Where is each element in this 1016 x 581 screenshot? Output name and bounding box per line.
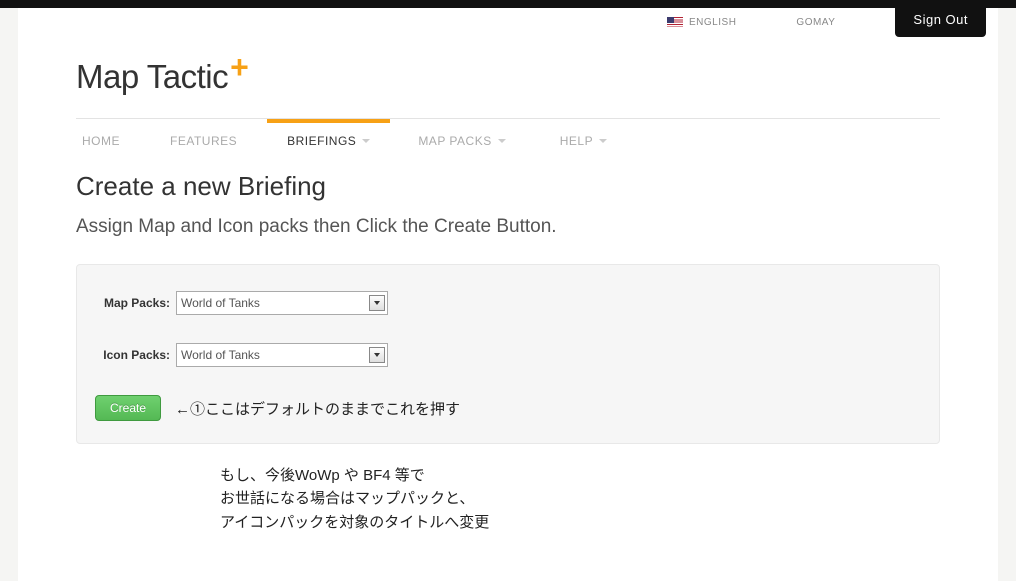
map-packs-row: Map Packs: World of Tanks: [95, 291, 921, 315]
chevron-down-icon: [599, 139, 607, 143]
map-packs-value: World of Tanks: [181, 296, 260, 310]
language-label: ENGLISH: [689, 17, 736, 28]
nav-briefings[interactable]: BRIEFINGS: [267, 120, 390, 162]
page-subtitle: Assign Map and Icon packs then Click the…: [76, 216, 940, 238]
chevron-down-icon: [374, 353, 380, 357]
nav-home[interactable]: HOME: [76, 120, 140, 162]
chevron-down-icon: [362, 139, 370, 143]
logo-text-wrap: Map Tactic +: [76, 58, 998, 96]
icon-packs-row: Icon Packs: World of Tanks: [95, 343, 921, 367]
top-black-bar: [0, 0, 1016, 8]
nav-label: MAP PACKS: [418, 134, 491, 148]
create-button[interactable]: Create: [95, 395, 161, 421]
nav-label: HELP: [560, 134, 593, 148]
create-row: Create ←①ここはデフォルトのままでこれを押す: [95, 395, 921, 421]
nav-map-packs[interactable]: MAP PACKS: [398, 120, 525, 162]
annotation-line: お世話になる場合はマップパックと、: [220, 487, 940, 510]
main-nav: HOME FEATURES BRIEFINGS MAP PACKS HELP: [76, 119, 940, 163]
select-button: [369, 295, 385, 311]
chevron-down-icon: [498, 139, 506, 143]
annotation-line: もし、今後WoWp や BF4 等で: [220, 464, 940, 487]
annotation-step1: ←①ここはデフォルトのままでこれを押す: [175, 398, 460, 419]
nav-label: FEATURES: [170, 134, 237, 148]
select-button: [369, 347, 385, 363]
icon-packs-value: World of Tanks: [181, 348, 260, 362]
map-packs-label: Map Packs:: [95, 296, 170, 310]
main-content: Create a new Briefing Assign Map and Ico…: [18, 163, 998, 534]
sign-out-button[interactable]: Sign Out: [895, 4, 986, 37]
logo-plus-icon: +: [230, 58, 248, 76]
nav-label: HOME: [82, 134, 120, 148]
us-flag-icon: [667, 17, 683, 28]
icon-packs-label: Icon Packs:: [95, 348, 170, 362]
briefing-form: Map Packs: World of Tanks Icon Packs: Wo…: [76, 264, 940, 444]
annotation-note: もし、今後WoWp や BF4 等で お世話になる場合はマップパックと、 アイコ…: [220, 464, 940, 534]
logo-text: Map Tactic: [76, 58, 228, 96]
page-title: Create a new Briefing: [76, 171, 940, 202]
nav-label: BRIEFINGS: [287, 134, 356, 148]
language-selector[interactable]: ENGLISH: [667, 8, 736, 28]
nav-features[interactable]: FEATURES: [150, 120, 257, 162]
chevron-down-icon: [374, 301, 380, 305]
map-packs-select[interactable]: World of Tanks: [176, 291, 388, 315]
top-utility-bar: ENGLISH GOMAY Sign Out: [18, 8, 998, 40]
page-container: ENGLISH GOMAY Sign Out Map Tactic + HOME…: [18, 8, 998, 581]
icon-packs-select[interactable]: World of Tanks: [176, 343, 388, 367]
nav-help[interactable]: HELP: [540, 120, 627, 162]
site-logo[interactable]: Map Tactic +: [18, 40, 998, 96]
annotation-line: アイコンパックを対象のタイトルへ変更: [220, 511, 940, 534]
user-name-link[interactable]: GOMAY: [796, 8, 835, 28]
